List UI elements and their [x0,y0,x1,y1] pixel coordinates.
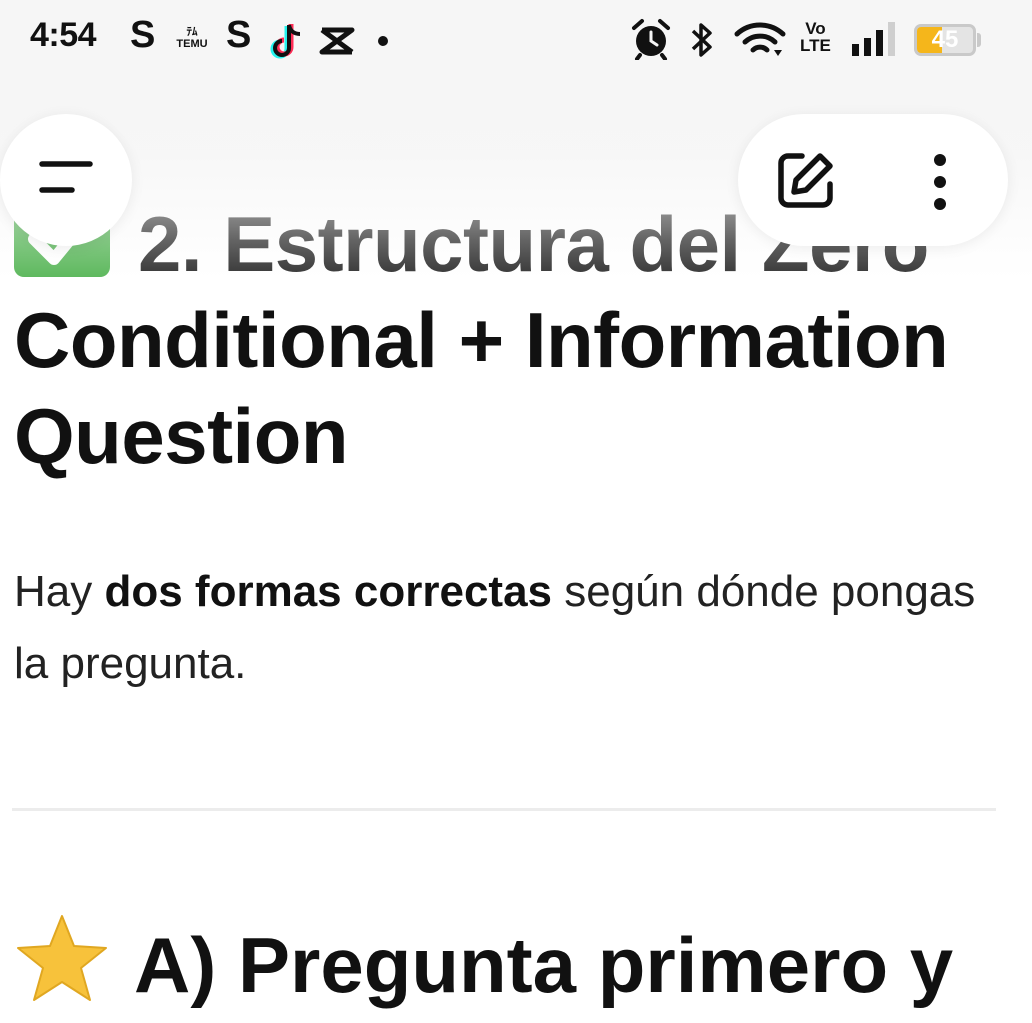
status-bar: 4:54 S ﾃﾑ TEMU S Vo LTE 45 [0,0,1032,80]
s-app-notification-icon: S [130,14,156,56]
volte-top-label: Vo [805,19,826,38]
subsection-heading: A) Pregunta primero y [14,912,1024,1013]
wifi-icon [734,22,786,63]
star-icon [14,912,110,1002]
battery-indicator: 45 [914,24,976,56]
edit-icon [778,153,833,208]
temu-notification-icon: ﾃﾑ TEMU [172,26,212,50]
more-vertical-icon [934,154,946,210]
subheading-text: A) Pregunta primero y [134,921,954,1009]
battery-tip [977,33,981,47]
alarm-icon [630,18,672,65]
paragraph-text-start: Hay [14,567,105,616]
volte-bottom-label: LTE [800,36,831,55]
section-divider [12,808,996,811]
signal-strength-icon [852,20,900,63]
temu-label-top: ﾃﾑ [186,26,198,38]
battery-percent: 45 [931,26,959,53]
temu-label-bottom: TEMU [176,38,208,50]
more-notifications-dot-icon [378,36,388,46]
status-time: 4:54 [30,16,97,54]
new-chat-button[interactable] [768,142,844,218]
capcut-notification-icon [318,26,356,61]
header-actions [738,114,1008,246]
menu-button[interactable] [0,114,132,246]
intro-paragraph: Hay dos formas correctas según dónde pon… [14,556,1004,700]
tiktok-notification-icon [270,22,304,65]
s-app-notification-icon-2: S [226,14,252,56]
volte-indicator: Vo LTE [800,20,831,54]
bluetooth-icon [690,20,714,65]
more-options-button[interactable] [906,142,974,218]
paragraph-bold-text: dos formas correctas [104,567,553,616]
hamburger-menu-icon [39,161,93,193]
heading-line-rest: Conditional + Information Question [14,296,949,480]
